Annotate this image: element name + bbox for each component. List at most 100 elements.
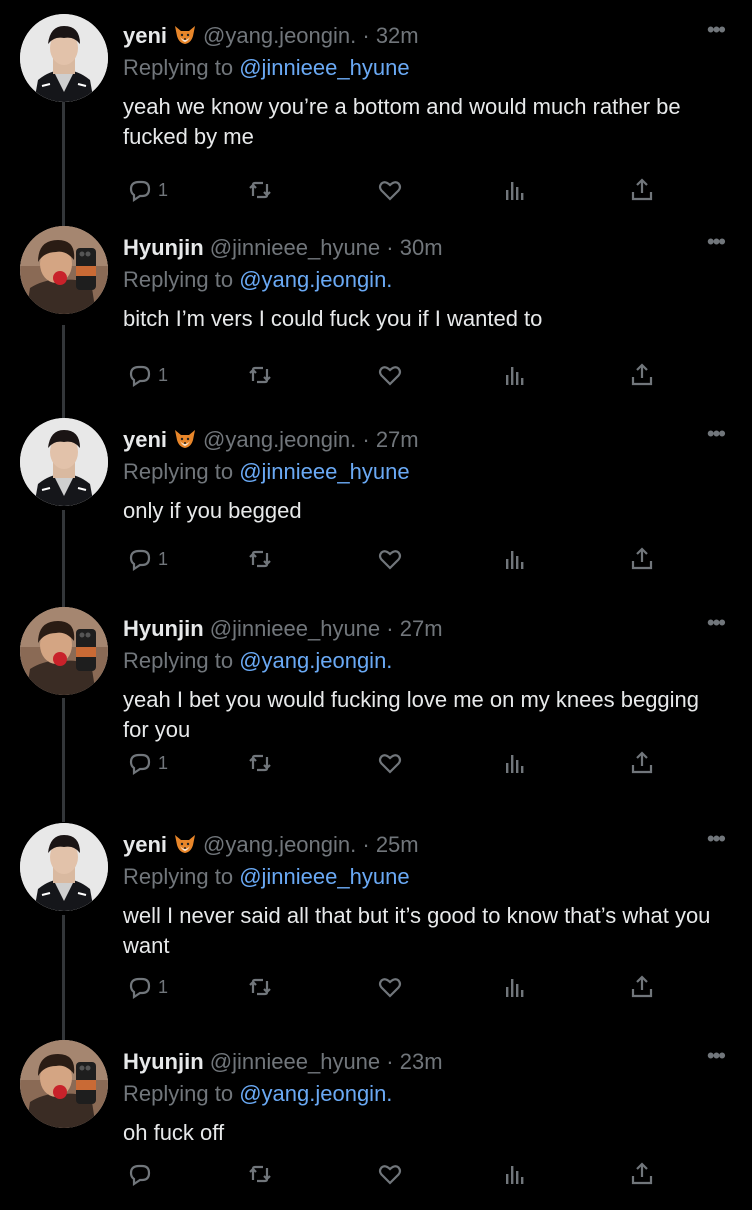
timestamp[interactable]: 32m	[376, 23, 419, 48]
analytics-icon	[500, 361, 528, 389]
more-options-icon[interactable]: •••	[707, 828, 726, 850]
avatar[interactable]	[20, 14, 108, 102]
user-handle[interactable]: @jinnieee_hyune	[210, 235, 380, 260]
like-button[interactable]	[376, 541, 404, 577]
display-name[interactable]: yeni	[123, 832, 167, 857]
separator: ·	[356, 427, 376, 452]
mention-link[interactable]: @yang.jeongin.	[239, 1081, 392, 1106]
user-handle[interactable]: @yang.jeongin.	[203, 832, 356, 857]
reply-button[interactable]: 1	[126, 969, 168, 1005]
reply-count: 1	[158, 179, 169, 200]
more-options-icon[interactable]: •••	[707, 612, 726, 634]
retweet-icon	[246, 361, 274, 389]
retweet-button[interactable]	[246, 1156, 274, 1192]
retweet-button[interactable]	[246, 357, 274, 393]
share-button[interactable]	[628, 172, 656, 208]
timestamp[interactable]: 25m	[376, 832, 419, 857]
tweet-text: well I never said all that but it’s good…	[123, 903, 711, 958]
tweet-header: yeni @yang.jeongin. · 25m	[123, 831, 419, 859]
more-options-icon[interactable]: •••	[707, 423, 726, 445]
retweet-button[interactable]	[246, 172, 274, 208]
retweet-button[interactable]	[246, 969, 274, 1005]
reply-button[interactable]: 1	[126, 357, 168, 393]
reply-count: 1	[158, 976, 169, 997]
display-name[interactable]: yeni	[123, 427, 167, 452]
replying-to-label: Replying to	[123, 459, 234, 484]
views-button[interactable]	[500, 969, 528, 1005]
avatar[interactable]	[20, 226, 108, 314]
retweet-button[interactable]	[246, 745, 274, 781]
more-options-icon[interactable]: •••	[707, 231, 726, 253]
more-options-icon[interactable]: •••	[707, 1045, 726, 1067]
reply-icon	[126, 749, 154, 777]
heart-icon	[376, 749, 404, 777]
reply-button[interactable]: 1	[126, 745, 168, 781]
share-button[interactable]	[628, 357, 656, 393]
reply-count: 1	[158, 364, 169, 385]
replying-to: Replying to @jinnieee_hyune	[123, 458, 410, 486]
user-handle[interactable]: @jinnieee_hyune	[210, 616, 380, 641]
display-name[interactable]: Hyunjin	[123, 1049, 204, 1074]
replying-to: Replying to @yang.jeongin.	[123, 1080, 392, 1108]
retweet-button[interactable]	[246, 541, 274, 577]
like-button[interactable]	[376, 745, 404, 781]
reply-button[interactable]	[126, 1156, 158, 1192]
like-button[interactable]	[376, 357, 404, 393]
display-name[interactable]: yeni	[123, 23, 167, 48]
display-name[interactable]: Hyunjin	[123, 616, 204, 641]
tweet[interactable]: Hyunjin @jinnieee_hyune · 23m ••• Replyi…	[0, 1040, 752, 1210]
mention-link[interactable]: @jinnieee_hyune	[239, 55, 409, 80]
tweet-actions: 1	[0, 357, 752, 393]
tweet-header: yeni @yang.jeongin. · 32m	[123, 22, 419, 50]
timestamp[interactable]: 27m	[400, 616, 443, 641]
share-button[interactable]	[628, 969, 656, 1005]
mention-link[interactable]: @jinnieee_hyune	[239, 459, 409, 484]
tweet[interactable]: yeni @yang.jeongin. · 32m ••• Replying t…	[0, 14, 752, 226]
user-handle[interactable]: @yang.jeongin.	[203, 427, 356, 452]
views-button[interactable]	[500, 357, 528, 393]
analytics-icon	[500, 176, 528, 204]
share-button[interactable]	[628, 745, 656, 781]
tweet[interactable]: Hyunjin @jinnieee_hyune · 27m ••• Replyi…	[0, 607, 752, 799]
tweet[interactable]: yeni @yang.jeongin. · 25m ••• Replying t…	[0, 823, 752, 1023]
mention-link[interactable]: @jinnieee_hyune	[239, 864, 409, 889]
mention-link[interactable]: @yang.jeongin.	[239, 648, 392, 673]
reply-icon	[126, 973, 154, 1001]
heart-icon	[376, 1160, 404, 1188]
avatar[interactable]	[20, 607, 108, 695]
share-icon	[628, 176, 656, 204]
more-options-icon[interactable]: •••	[707, 19, 726, 41]
like-button[interactable]	[376, 1156, 404, 1192]
user-handle[interactable]: @yang.jeongin.	[203, 23, 356, 48]
like-button[interactable]	[376, 172, 404, 208]
user-handle[interactable]: @jinnieee_hyune	[210, 1049, 380, 1074]
replying-to: Replying to @jinnieee_hyune	[123, 863, 410, 891]
timestamp[interactable]: 27m	[376, 427, 419, 452]
views-button[interactable]	[500, 541, 528, 577]
tweet-header: Hyunjin @jinnieee_hyune · 27m	[123, 615, 443, 643]
timestamp[interactable]: 23m	[400, 1049, 443, 1074]
views-button[interactable]	[500, 1156, 528, 1192]
tweet[interactable]: yeni @yang.jeongin. · 27m ••• Replying t…	[0, 418, 752, 595]
reply-button[interactable]: 1	[126, 541, 168, 577]
like-button[interactable]	[376, 969, 404, 1005]
views-button[interactable]	[500, 172, 528, 208]
timestamp[interactable]: 30m	[400, 235, 443, 260]
reply-button[interactable]: 1	[126, 172, 168, 208]
tweet[interactable]: Hyunjin @jinnieee_hyune · 30m ••• Replyi…	[0, 226, 752, 411]
share-button[interactable]	[628, 541, 656, 577]
avatar[interactable]	[20, 418, 108, 506]
share-button[interactable]	[628, 1156, 656, 1192]
display-name[interactable]: Hyunjin	[123, 235, 204, 260]
tweet-text: yeah I bet you would fucking love me on …	[123, 687, 700, 742]
separator: ·	[380, 616, 400, 641]
mention-link[interactable]: @yang.jeongin.	[239, 267, 392, 292]
analytics-icon	[500, 545, 528, 573]
share-icon	[628, 361, 656, 389]
views-button[interactable]	[500, 745, 528, 781]
analytics-icon	[500, 973, 528, 1001]
analytics-icon	[500, 749, 528, 777]
tweet-actions: 1	[0, 969, 752, 1005]
avatar[interactable]	[20, 1040, 108, 1128]
avatar[interactable]	[20, 823, 108, 911]
